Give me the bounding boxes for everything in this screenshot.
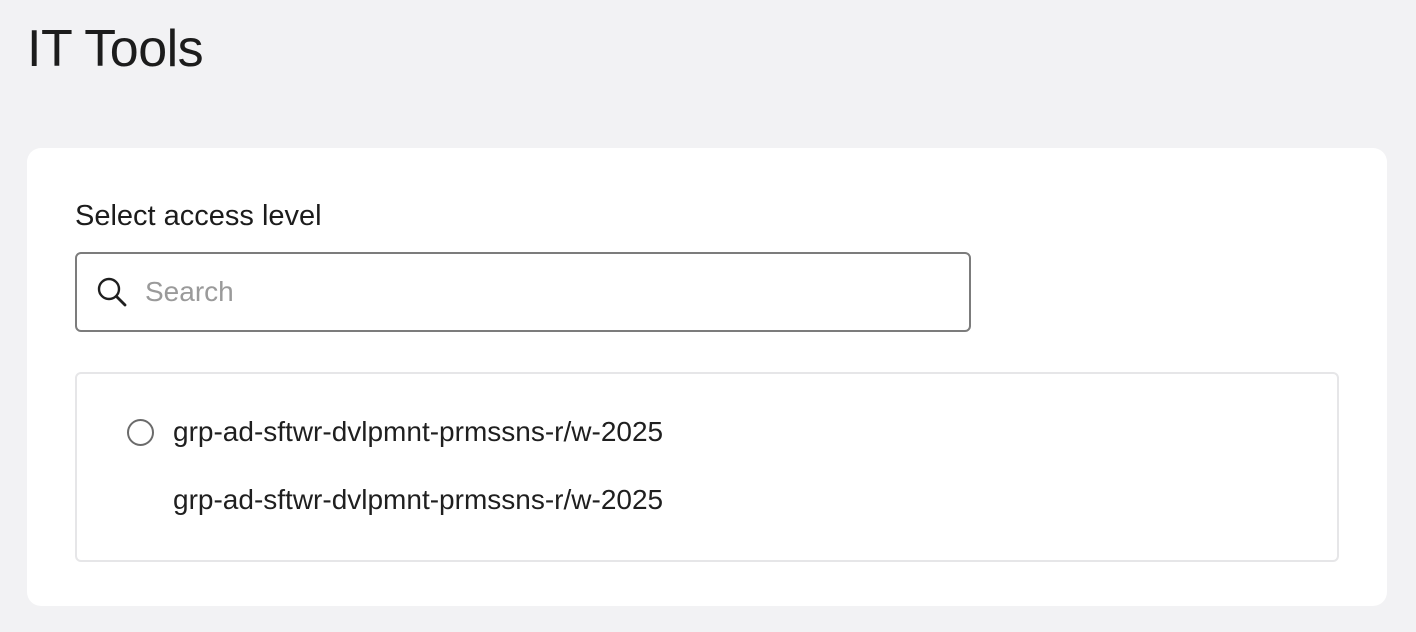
- page-title: IT Tools: [27, 20, 204, 78]
- access-level-card: Select access level grp-ad-sftwr-dvlpmnt…: [27, 148, 1387, 606]
- search-box[interactable]: [75, 252, 971, 332]
- access-level-option[interactable]: grp-ad-sftwr-dvlpmnt-prmssns-r/w-2025: [127, 414, 663, 450]
- search-icon: [97, 277, 127, 307]
- option-label: grp-ad-sftwr-dvlpmnt-prmssns-r/w-2025: [173, 416, 664, 447]
- search-input[interactable]: [145, 262, 925, 322]
- option-description: grp-ad-sftwr-dvlpmnt-prmssns-r/w-2025: [173, 484, 664, 515]
- access-level-label: Select access level: [75, 200, 322, 232]
- options-list: grp-ad-sftwr-dvlpmnt-prmssns-r/w-2025 gr…: [75, 372, 1339, 562]
- radio-button[interactable]: [127, 418, 154, 446]
